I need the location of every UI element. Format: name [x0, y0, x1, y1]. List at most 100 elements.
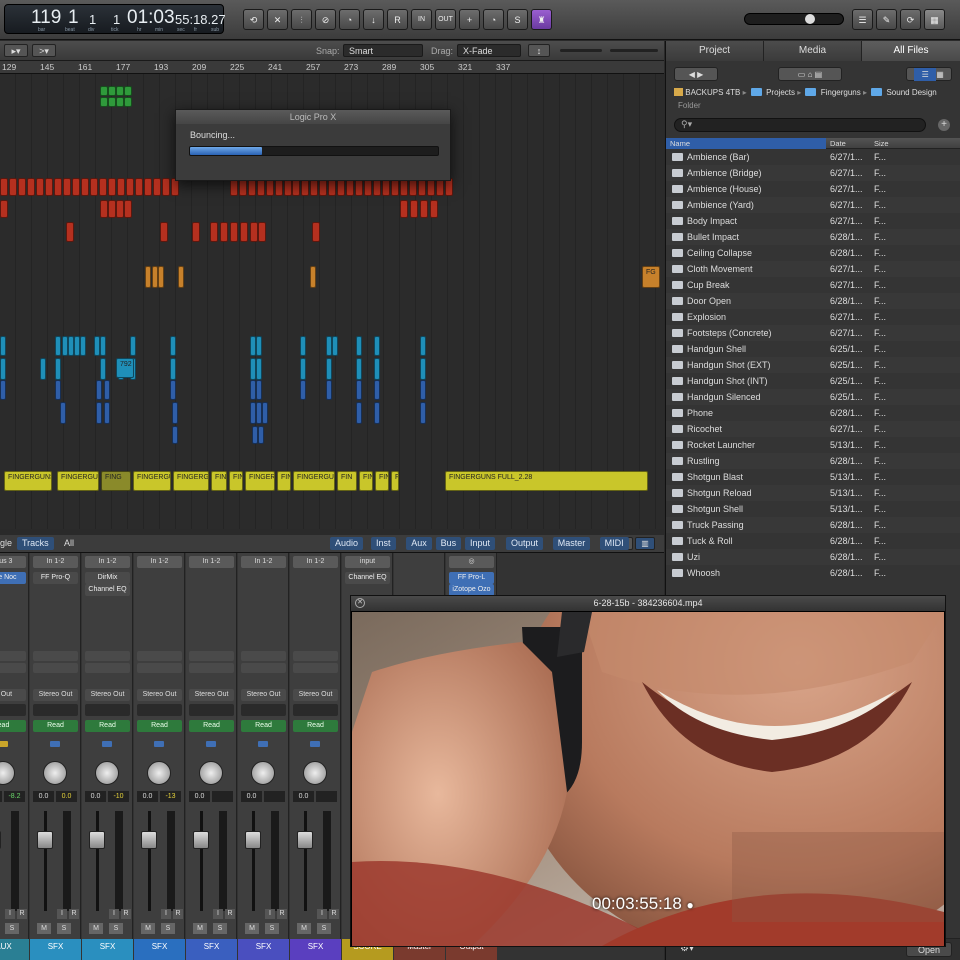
mixer-filter-inst[interactable]: Inst: [371, 537, 396, 550]
add-icon[interactable]: +: [938, 119, 950, 131]
lcd-display[interactable]: 119 1 1 1 01:03 55:18.27 bar beat div ti…: [4, 4, 226, 34]
region[interactable]: [374, 336, 380, 356]
input-monitor-button[interactable]: I: [213, 909, 223, 919]
pan-knob[interactable]: [95, 761, 119, 785]
breadcrumb-projects[interactable]: Projects: [766, 88, 795, 97]
region[interactable]: [374, 402, 380, 424]
volume-fader[interactable]: [141, 831, 157, 849]
solo-button[interactable]: S: [57, 923, 71, 934]
loops-icon[interactable]: ⟳: [900, 9, 921, 30]
region[interactable]: FINGERGUNS: [245, 471, 275, 491]
region[interactable]: 792: [116, 358, 134, 378]
automation-mode[interactable]: Read: [241, 720, 286, 732]
region[interactable]: [108, 97, 116, 107]
region[interactable]: [72, 178, 80, 196]
tab-project[interactable]: Project: [666, 41, 764, 61]
region[interactable]: [81, 178, 89, 196]
region[interactable]: [124, 97, 132, 107]
region[interactable]: [420, 200, 428, 218]
list-item[interactable]: Tuck & Roll 6/28/1... F...: [666, 533, 960, 549]
track-name[interactable]: SFX: [290, 939, 341, 960]
region[interactable]: [144, 178, 152, 196]
mute-button[interactable]: M: [245, 923, 259, 934]
plugin-slot[interactable]: ope Noc: [0, 572, 26, 584]
region[interactable]: [100, 97, 108, 107]
column-size[interactable]: Size: [874, 138, 889, 149]
input-slot[interactable]: In 1-2: [241, 556, 286, 568]
region[interactable]: [100, 358, 106, 380]
r-button[interactable]: R: [387, 9, 408, 30]
region[interactable]: [63, 178, 71, 196]
region[interactable]: [18, 178, 26, 196]
region[interactable]: [80, 336, 86, 356]
region[interactable]: [262, 402, 268, 424]
list-item[interactable]: Shotgun Shell 5/13/1... F...: [666, 501, 960, 517]
region[interactable]: [430, 200, 438, 218]
region[interactable]: [312, 222, 320, 242]
movie-title-bar[interactable]: ✕ 6-28-15b - 384236604.mp4: [351, 596, 945, 611]
region[interactable]: [240, 222, 248, 242]
breadcrumb-drive[interactable]: BACKUPS 4TB: [685, 88, 740, 97]
list-item[interactable]: Truck Passing 6/28/1... F...: [666, 517, 960, 533]
region[interactable]: [145, 266, 151, 288]
track-name[interactable]: SFX: [186, 939, 237, 960]
region[interactable]: [420, 336, 426, 356]
metronome-icon[interactable]: ◔: [483, 9, 504, 30]
input-slot[interactable]: In 1-2: [85, 556, 130, 568]
region[interactable]: [116, 86, 124, 96]
volume-fader[interactable]: [245, 831, 261, 849]
region[interactable]: [300, 336, 306, 356]
mute-button[interactable]: M: [141, 923, 155, 934]
region[interactable]: FINGERGUNS FULL_2.28: [445, 471, 648, 491]
group-icon[interactable]: [0, 741, 8, 747]
region[interactable]: [104, 402, 110, 424]
plugin-slot[interactable]: FF Pro-L: [449, 572, 494, 584]
list-item[interactable]: Explosion 6/27/1... F...: [666, 309, 960, 325]
region[interactable]: [55, 358, 61, 380]
list-item[interactable]: Footsteps (Concrete) 6/27/1... F...: [666, 325, 960, 341]
region[interactable]: FIN: [359, 471, 373, 491]
back-forward-buttons[interactable]: ◀ ▶: [674, 67, 718, 81]
mixer-filter-bus[interactable]: Bus: [435, 537, 462, 550]
region[interactable]: [135, 178, 143, 196]
mixer-filter-midi[interactable]: MIDI: [599, 537, 629, 550]
pan-knob[interactable]: [43, 761, 67, 785]
group-icon[interactable]: [258, 741, 268, 747]
region[interactable]: [104, 380, 110, 400]
region[interactable]: [300, 358, 306, 380]
track-name[interactable]: SFX: [30, 939, 81, 960]
notepad-icon[interactable]: ✎: [876, 9, 897, 30]
plugin-slot[interactable]: DirMix: [85, 572, 130, 584]
region[interactable]: [45, 178, 53, 196]
region[interactable]: FINGERGUNS: [57, 471, 99, 491]
region[interactable]: [256, 380, 262, 400]
snap-select[interactable]: Smart: [343, 44, 423, 57]
region[interactable]: [96, 402, 102, 424]
automation-mode[interactable]: Read: [33, 720, 78, 732]
filter-all[interactable]: All: [64, 538, 74, 548]
in-button[interactable]: IN: [411, 9, 432, 30]
region[interactable]: [116, 97, 124, 107]
browser-icon[interactable]: ▦: [924, 9, 945, 30]
output-slot[interactable]: o Out: [0, 689, 26, 701]
volume-fader[interactable]: [193, 831, 209, 849]
region[interactable]: [36, 178, 44, 196]
ruler[interactable]: 129 145 161 177 193 209 225 241 257 273 289 305 321 3…: [0, 61, 664, 74]
region[interactable]: [170, 358, 176, 380]
region[interactable]: [170, 380, 176, 400]
replace-icon[interactable]: ✕: [267, 9, 288, 30]
mixer-filter-input[interactable]: Input: [465, 537, 496, 550]
region[interactable]: [162, 178, 170, 196]
list-item[interactable]: Ambience (Yard) 6/27/1... F...: [666, 197, 960, 213]
region[interactable]: [27, 178, 35, 196]
list-item[interactable]: Rocket Launcher 5/13/1... F...: [666, 437, 960, 453]
horizontal-zoom-slider[interactable]: [610, 49, 658, 52]
region[interactable]: [100, 86, 108, 96]
region[interactable]: [220, 222, 228, 242]
region[interactable]: [172, 426, 178, 444]
waveform-zoom-icon[interactable]: ↕: [528, 44, 550, 57]
volume-knob[interactable]: [805, 14, 815, 24]
out-button[interactable]: OUT: [435, 9, 456, 30]
track-name[interactable]: SFX: [134, 939, 185, 960]
region[interactable]: FIN: [211, 471, 227, 491]
